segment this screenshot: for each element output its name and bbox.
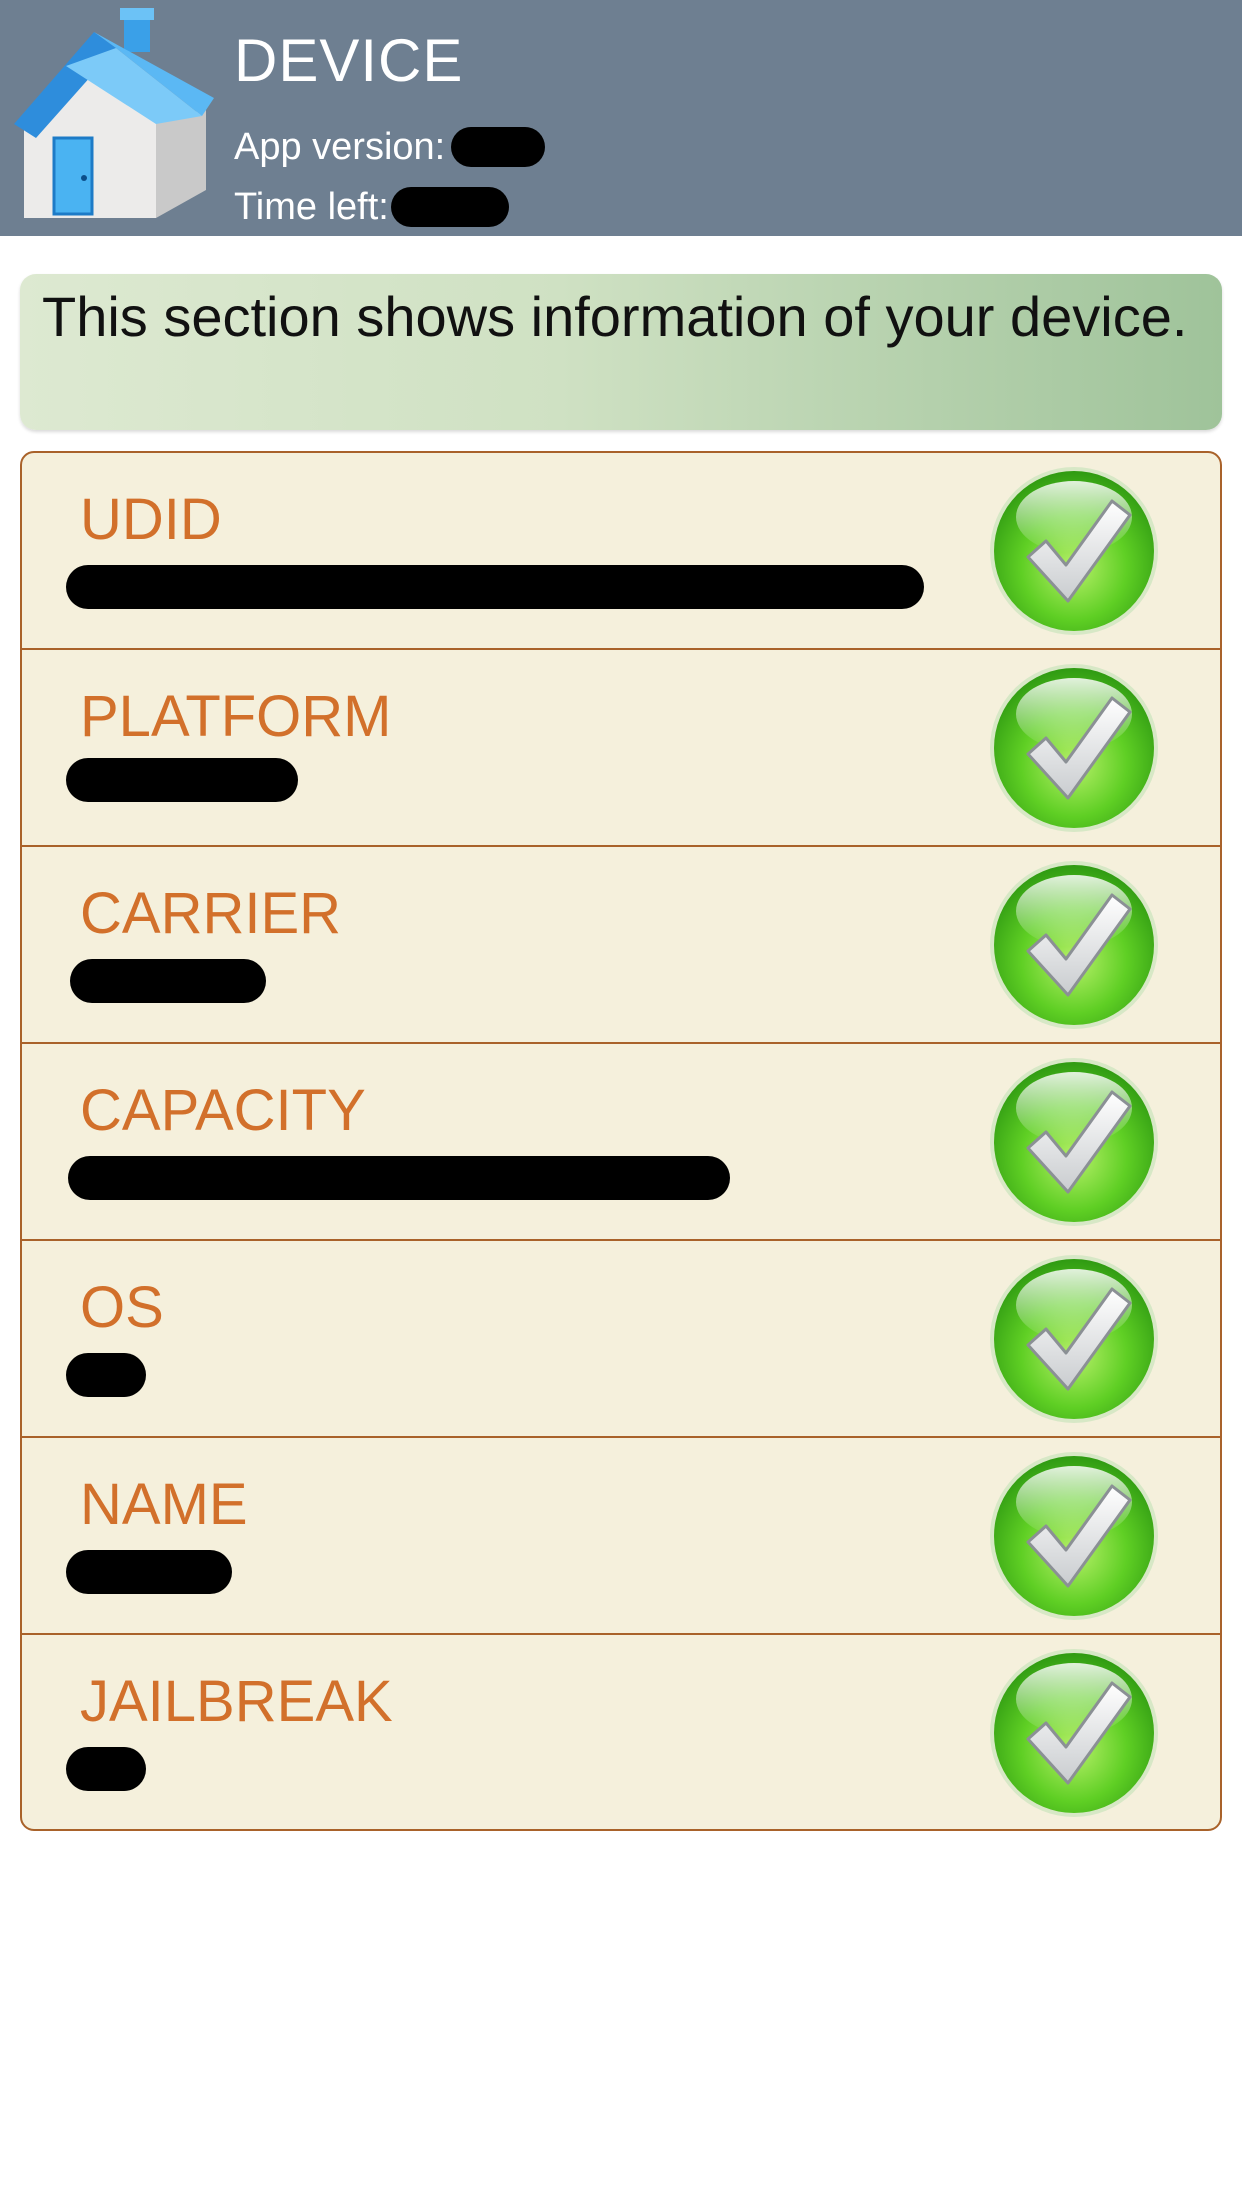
checkmark-icon bbox=[988, 1647, 1160, 1819]
app-version-redacted bbox=[451, 127, 546, 167]
row-label-os: OS bbox=[80, 1275, 164, 1340]
redacted-value bbox=[66, 1550, 232, 1594]
row-label-jailbreak: JAILBREAK bbox=[80, 1669, 393, 1734]
time-left-label: Time left: bbox=[234, 186, 389, 228]
checkmark-icon bbox=[988, 1253, 1160, 1425]
redacted-value bbox=[66, 1747, 146, 1791]
list-item: CARRIER bbox=[22, 847, 1220, 1044]
device-info-list: UDID PLATFORM CARRIER CAPACITY OS NAME J… bbox=[20, 451, 1222, 1831]
redacted-value bbox=[68, 1156, 730, 1200]
info-banner: This section shows information of your d… bbox=[20, 274, 1222, 430]
redacted-value bbox=[66, 565, 924, 609]
row-label-capacity: CAPACITY bbox=[80, 1078, 366, 1143]
list-item: CAPACITY bbox=[22, 1044, 1220, 1241]
row-label-udid: UDID bbox=[80, 487, 222, 552]
list-item: UDID bbox=[22, 453, 1220, 650]
list-item: OS bbox=[22, 1241, 1220, 1438]
row-label-name: NAME bbox=[80, 1472, 248, 1537]
redacted-value bbox=[70, 959, 266, 1003]
row-label-platform: PLATFORM bbox=[80, 684, 392, 749]
redacted-value bbox=[66, 1353, 146, 1397]
time-left-redacted bbox=[390, 187, 509, 227]
checkmark-icon bbox=[988, 465, 1160, 637]
list-item: JAILBREAK bbox=[22, 1635, 1220, 1831]
checkmark-icon bbox=[988, 859, 1160, 1031]
checkmark-icon bbox=[988, 1056, 1160, 1228]
app-version: App version: bbox=[234, 124, 546, 170]
list-item: PLATFORM bbox=[22, 650, 1220, 847]
app-header: DEVICE App version: Time left: bbox=[0, 0, 1242, 236]
list-item: NAME bbox=[22, 1438, 1220, 1635]
redacted-value bbox=[66, 758, 298, 802]
checkmark-icon bbox=[988, 662, 1160, 834]
checkmark-icon bbox=[988, 1450, 1160, 1622]
page-title: DEVICE bbox=[234, 27, 464, 94]
app-version-label: App version: bbox=[234, 126, 446, 168]
time-left: Time left: bbox=[234, 184, 509, 230]
row-label-carrier: CARRIER bbox=[80, 881, 342, 946]
house-icon bbox=[14, 8, 214, 218]
